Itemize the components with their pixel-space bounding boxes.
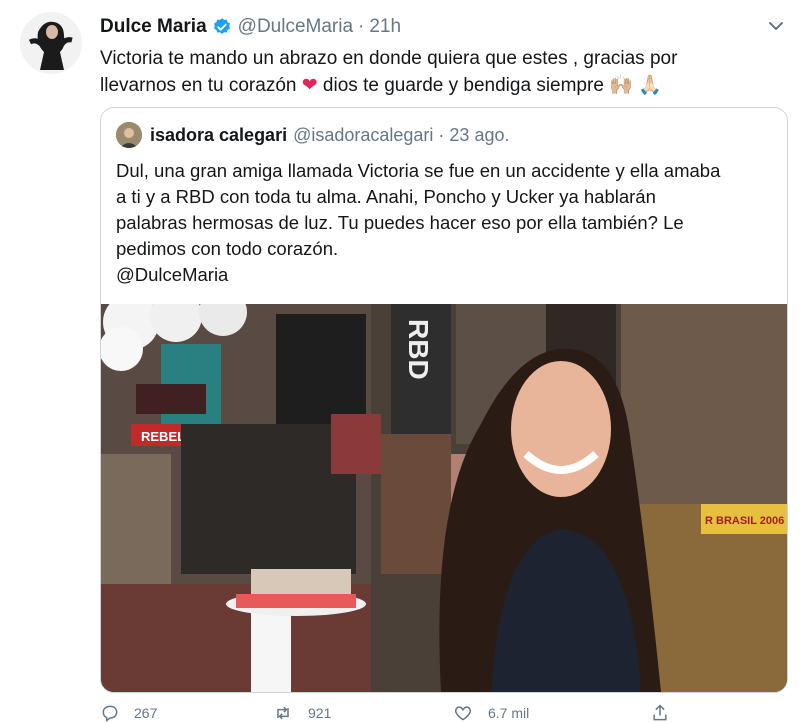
tweet-text-part: llevarnos en tu corazón [100,75,302,96]
rbd-poster-text: RBD [403,319,434,380]
tweet-actions: 267 921 6.7 mil [100,703,700,722]
heart-emoji: ❤ [301,75,318,96]
quoted-avatar-photo [116,122,142,148]
quoted-author-handle[interactable]: @isadoracalegari [293,125,433,146]
author-name[interactable]: Dulce Maria [100,16,207,38]
tweet-text-part: dios te guarde y bendiga siempre [317,75,610,96]
author-handle[interactable]: @DulceMaria [238,16,353,38]
retweet-button[interactable]: 921 [272,703,331,723]
retweet-icon [277,706,289,720]
retweet-count: 921 [308,705,332,721]
separator-dot: · [438,124,445,145]
quoted-text-line: a ti y a RBD con toda tu alma. Anahi, Po… [116,186,656,207]
quoted-author-name[interactable]: isadora calegari [150,125,287,146]
like-button[interactable]: 6.7 mil [452,703,529,723]
author-avatar[interactable] [20,12,82,74]
quoted-text-line: Dul, una gran amiga llamada Victoria se … [116,160,721,181]
quoted-photo[interactable]: RBD REBELDE R BRASIL 2006 [101,304,787,692]
quoted-text: Dul, una gran amiga llamada Victoria se … [116,158,771,288]
chevron-down-icon[interactable] [764,14,788,38]
quoted-tweet[interactable]: isadora calegari @isadoracalegari · 23 a… [100,107,788,693]
heart-icon [454,706,472,721]
reply-icon [102,705,118,722]
verified-badge-icon [213,18,230,34]
share-button[interactable] [650,703,670,723]
mention-link[interactable]: @DulceMaria [116,262,771,288]
tweet-text-line2: llevarnos en tu corazón ❤ dios te guarde… [100,72,780,99]
tweet-header: Dulce Maria @DulceMaria · 21h [100,13,401,41]
brasil-poster-text: R BRASIL 2006 [705,515,784,527]
hands-emoji: 🙌🏼 🙏🏻 [609,75,662,96]
avatar-photo [20,12,82,74]
quoted-header: isadora calegari @isadoracalegari · 23 a… [116,120,509,150]
separator-dot: · [358,16,365,37]
like-count: 6.7 mil [488,705,530,721]
quoted-text-line: palabras hermosas de luz. Tu puedes hace… [116,212,684,233]
tweet-timestamp[interactable]: 21h [369,16,401,38]
tweet-text: Victoria te mando un abrazo en donde qui… [100,45,780,99]
tweet-text-line1: Victoria te mando un abrazo en donde qui… [100,48,678,69]
reply-button[interactable]: 267 [100,703,157,723]
quoted-author-avatar[interactable] [116,122,142,148]
reply-count: 267 [134,705,158,721]
share-icon [653,704,667,721]
quoted-text-line: pedimos con todo corazón. [116,238,339,259]
quoted-date[interactable]: 23 ago. [449,125,509,146]
